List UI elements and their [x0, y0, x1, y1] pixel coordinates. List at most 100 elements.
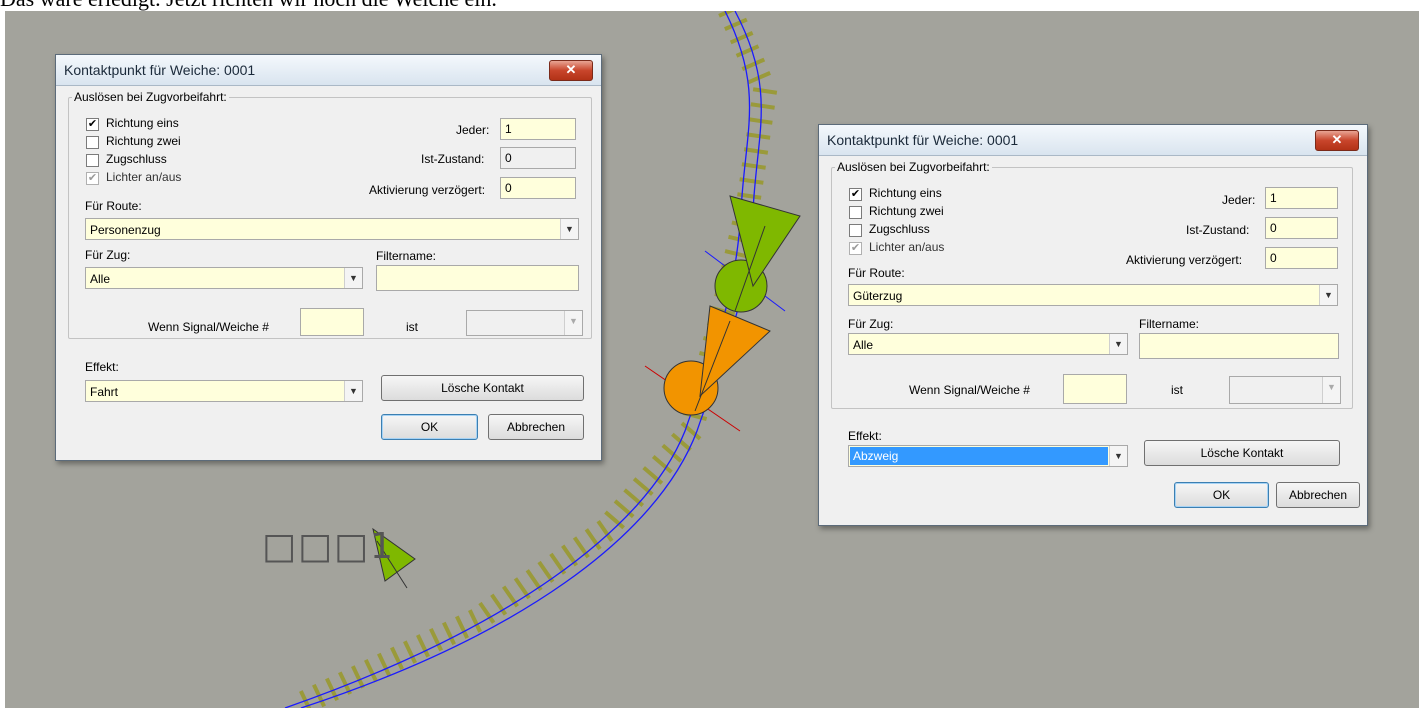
track-sleeper — [671, 432, 692, 452]
zug-value: Alle — [853, 338, 874, 352]
track-sleeper — [468, 609, 482, 633]
richtung-zwei-checkbox[interactable] — [86, 136, 99, 149]
track-sleeper — [584, 528, 602, 551]
ist-zustand-label: Ist-Zustand: — [1186, 223, 1250, 237]
chevron-down-icon[interactable]: ▼ — [564, 311, 582, 335]
jeder-input[interactable]: 1 — [1265, 187, 1338, 209]
richtung-zwei-label: Richtung zwei — [106, 134, 181, 148]
ok-button[interactable]: OK — [1174, 482, 1269, 508]
effekt-label: Effekt: — [85, 360, 119, 374]
chevron-down-icon[interactable]: ▼ — [560, 219, 578, 239]
track-sleeper — [743, 147, 769, 155]
signal-label: Wenn Signal/Weiche # — [909, 383, 1030, 397]
track-sleeper — [729, 31, 754, 45]
aktivierung-label: Aktivierung verzögert: — [1126, 253, 1243, 267]
filtername-input[interactable] — [1139, 333, 1339, 359]
ist-select[interactable]: ▼ — [466, 310, 583, 336]
track-sleeper — [501, 585, 519, 608]
dialog-title: Kontaktpunkt für Weiche: 0001 — [827, 132, 1019, 148]
track-sleeper — [642, 466, 664, 485]
zug-label: Für Zug: — [848, 317, 894, 331]
track-sleeper — [596, 519, 614, 543]
track-sleeper — [632, 477, 654, 496]
chevron-down-icon[interactable]: ▼ — [1322, 377, 1340, 403]
trigger-group-legend: Auslösen bei Zugvorbeifahrt: — [835, 160, 992, 174]
richtung-eins-checkbox[interactable]: ✔ — [849, 188, 862, 201]
effekt-select[interactable]: Abzweig ▼ — [848, 445, 1128, 467]
track-sleeper — [572, 536, 590, 559]
loesche-kontakt-button[interactable]: Lösche Kontakt — [381, 375, 584, 401]
effekt-select[interactable]: Fahrt ▼ — [85, 380, 363, 402]
lichter-label: Lichter an/aus — [869, 240, 945, 254]
zugschluss-label: Zugschluss — [106, 152, 167, 166]
lichter-checkbox[interactable]: ✔ — [849, 242, 862, 255]
ist-zustand-input[interactable]: 0 — [500, 147, 576, 169]
chevron-down-icon[interactable]: ▼ — [344, 268, 362, 288]
ok-button[interactable]: OK — [381, 414, 478, 440]
track-sleeper — [623, 488, 645, 508]
effekt-value: Fahrt — [90, 385, 119, 399]
chevron-down-icon[interactable]: ▼ — [1109, 334, 1127, 354]
aktivierung-input[interactable]: 0 — [1265, 247, 1338, 269]
track-sleeper — [752, 87, 778, 95]
route-label: Für Route: — [848, 266, 905, 280]
route-select[interactable]: Güterzug ▼ — [848, 284, 1338, 306]
jeder-label: Jeder: — [456, 123, 490, 137]
zugschluss-label: Zugschluss — [869, 222, 930, 236]
ist-zustand-input[interactable]: 0 — [1265, 217, 1338, 239]
lichter-checkbox[interactable]: ✔ — [86, 172, 99, 185]
ist-label: ist — [406, 320, 418, 334]
track-sleeper — [737, 192, 762, 200]
ist-select[interactable]: ▼ — [1229, 376, 1341, 404]
chevron-down-icon[interactable]: ▼ — [344, 381, 362, 401]
track-sleeper — [746, 132, 771, 140]
zug-value: Alle — [90, 272, 111, 286]
filtername-label: Filtername: — [1139, 317, 1200, 331]
dialog-titlebar[interactable]: Kontaktpunkt für Weiche: 0001 ✕ — [56, 55, 601, 86]
signal-label: Wenn Signal/Weiche # — [148, 320, 269, 334]
page-caption: Das wäre erledigt. Jetzt richten wir noc… — [0, 0, 497, 11]
route-value: Güterzug — [853, 289, 903, 303]
jeder-input[interactable]: 1 — [500, 118, 576, 140]
signal-input[interactable] — [300, 308, 364, 336]
richtung-eins-label: Richtung eins — [106, 116, 179, 130]
track-sleeper — [613, 499, 635, 519]
aktivierung-label: Aktivierung verzögert: — [369, 183, 486, 197]
zug-select[interactable]: Alle ▼ — [85, 267, 363, 289]
close-button[interactable]: ✕ — [1315, 130, 1359, 151]
abbrechen-button[interactable]: Abbrechen — [488, 414, 584, 440]
filtername-label: Filtername: — [376, 249, 437, 263]
lichter-label: Lichter an/aus — [106, 170, 182, 184]
signal-input[interactable] — [1063, 374, 1127, 404]
trigger-group-legend: Auslösen bei Zugvorbeifahrt: — [72, 90, 229, 104]
track-sleeper — [490, 593, 508, 616]
close-button[interactable]: ✕ — [549, 60, 593, 81]
zugschluss-checkbox[interactable] — [86, 154, 99, 167]
zugschluss-checkbox[interactable] — [849, 224, 862, 237]
abbrechen-button[interactable]: Abbrechen — [1276, 482, 1360, 508]
richtung-zwei-checkbox[interactable] — [849, 206, 862, 219]
zug-select[interactable]: Alle ▼ — [848, 333, 1128, 355]
route-select[interactable]: Personenzug ▼ — [85, 218, 579, 240]
dialog-title: Kontaktpunkt für Weiche: 0001 — [64, 62, 256, 78]
effekt-value: Abzweig — [850, 447, 1108, 465]
filtername-input[interactable] — [376, 265, 579, 291]
aktivierung-input[interactable]: 0 — [500, 177, 576, 199]
zug-label: Für Zug: — [85, 248, 131, 262]
route-label: Für Route: — [85, 199, 142, 213]
track-sleeper — [338, 671, 352, 695]
effekt-label: Effekt: — [848, 429, 882, 443]
chevron-down-icon[interactable]: ▼ — [1319, 285, 1337, 305]
dialog-titlebar[interactable]: Kontaktpunkt für Weiche: 0001 ✕ — [819, 125, 1367, 156]
loesche-kontakt-button[interactable]: Lösche Kontakt — [1144, 440, 1340, 466]
orange-contact-arrow — [699, 305, 771, 398]
track-sleeper — [351, 665, 365, 689]
jeder-label: Jeder: — [1222, 193, 1256, 207]
track-sleeper — [377, 652, 391, 677]
track-sleeper — [750, 102, 775, 110]
richtung-eins-checkbox[interactable]: ✔ — [86, 118, 99, 131]
node-label: □□□1 — [262, 526, 395, 567]
ist-zustand-label: Ist-Zustand: — [421, 152, 485, 166]
chevron-down-icon[interactable]: ▼ — [1109, 446, 1127, 466]
contact-dialog-1: Kontaktpunkt für Weiche: 0001 ✕ Auslösen… — [55, 54, 602, 461]
